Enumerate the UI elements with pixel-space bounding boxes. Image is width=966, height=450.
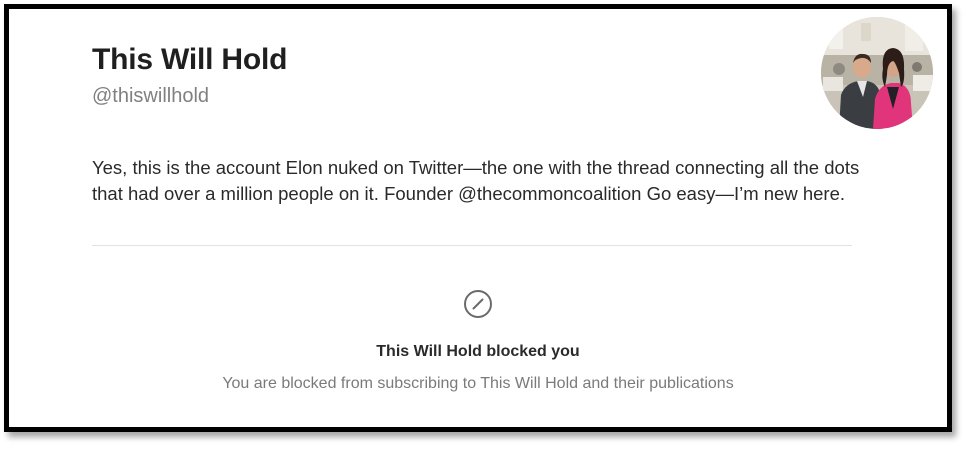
profile-bio: Yes, this is the account Elon nuked on T… (92, 157, 860, 204)
section-divider (92, 245, 852, 246)
blocked-title: This Will Hold blocked you (376, 343, 580, 360)
profile-avatar[interactable] (821, 17, 933, 129)
blocked-message: You are blocked from subscribing to This… (222, 375, 734, 392)
profile-display-name: This Will Hold (92, 43, 288, 76)
avatar-photo (821, 17, 933, 129)
blocked-notice: This Will Hold blocked you You are block… (9, 289, 947, 393)
profile-handle[interactable]: @thiswillhold (92, 85, 209, 108)
blocked-circle-icon (464, 290, 492, 318)
screenshot-frame: This Will Hold @thiswillhold Yes, this i… (4, 4, 952, 432)
